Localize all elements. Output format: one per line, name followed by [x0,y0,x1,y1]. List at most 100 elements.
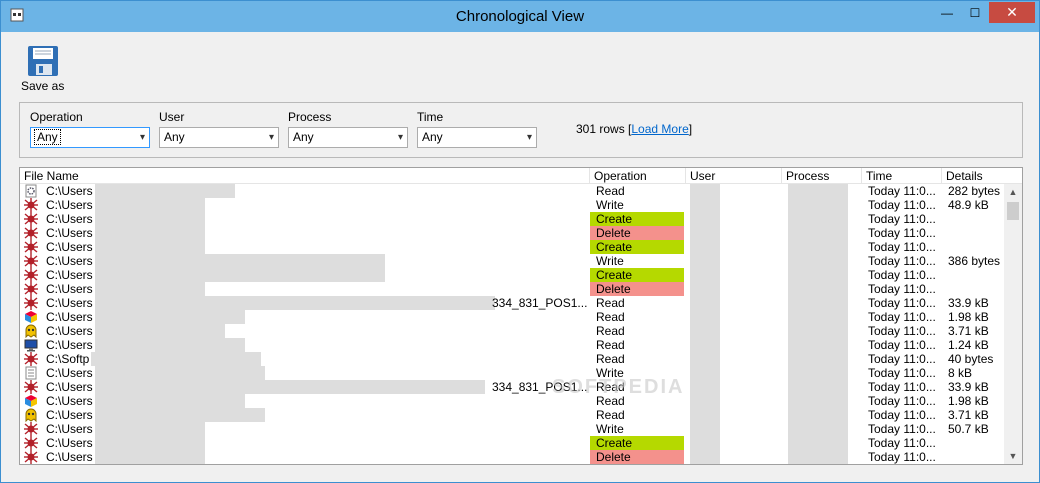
title-bar[interactable]: Chronological View — ☐ ✕ [1,1,1039,32]
file-name-text: C:\Users [46,408,93,422]
monitor-icon [24,338,38,352]
table-row[interactable]: C:\Users Delete Today 11:0... [20,282,1004,296]
details-cell [948,282,1004,296]
table-row[interactable]: C:\Users Create Today 11:0... [20,436,1004,450]
table-row[interactable]: C:\Users Read Today 11:0... 3.71 kB [20,324,1004,338]
save-as-button[interactable]: Save as [9,41,69,97]
redacted-user [690,226,720,240]
column-header-user[interactable]: User [686,168,782,184]
table-row[interactable]: C:\Softp Read Today 11:0... 40 bytes [20,352,1004,366]
details-cell: 50.7 kB [948,422,989,436]
close-button[interactable]: ✕ [989,2,1035,23]
operation-cell: Write [596,422,624,436]
column-header-operation[interactable]: Operation [590,168,686,184]
file-name-cell: C:\Users [46,338,586,352]
details-cell [948,268,1004,282]
redacted-path [94,198,205,212]
operation-filter-value: Any [34,129,61,145]
details-cell [948,226,1004,240]
time-cell: Today 11:0... [868,352,936,366]
redacted-path [94,338,245,352]
time-cell: Today 11:0... [868,198,936,212]
file-name-text: C:\Users [46,338,93,352]
process-filter-value: Any [293,130,314,144]
redacted-process [788,338,848,352]
file-name-text: C:\Users [46,310,93,324]
vertical-scrollbar[interactable]: ▲ ▼ [1004,184,1022,464]
redacted-path [91,352,262,366]
redacted-path [94,310,245,324]
chevron-down-icon: ▾ [268,132,274,143]
redacted-process [788,268,848,282]
redacted-user [690,184,720,198]
file-name-text: C:\Users [46,324,93,338]
table-row[interactable]: C:\Users Delete Today 11:0... [20,450,1004,464]
file-name-cell: C:\Users [46,436,586,450]
column-header-details[interactable]: Details [942,168,1022,184]
details-cell: 1.24 kB [948,338,989,352]
redacted-user [690,394,720,408]
scroll-thumb[interactable] [1007,202,1019,220]
table-row[interactable]: C:\Users Read Today 11:0... 1.98 kB [20,394,1004,408]
redacted-user [690,436,720,450]
file-name-text: C:\Users [46,240,93,254]
column-header-process[interactable]: Process [782,168,862,184]
table-row[interactable]: C:\Users Write Today 11:0... 8 kB [20,366,1004,380]
time-cell: Today 11:0... [868,184,936,198]
maximize-button[interactable]: ☐ [961,2,989,23]
time-filter-select[interactable]: Any ▾ [417,127,537,148]
load-more-link[interactable]: Load More [631,122,688,136]
table-row[interactable]: C:\Users Write Today 11:0... 50.7 kB [20,422,1004,436]
redacted-process [788,450,848,464]
table-row[interactable]: C:\Users Write Today 11:0... 48.9 kB [20,198,1004,212]
table-row[interactable]: C:\Users Delete Today 11:0... [20,226,1004,240]
redacted-user [690,240,720,254]
details-cell: 40 bytes [948,352,994,366]
redacted-path [94,184,235,198]
operation-cell: Delete [590,226,684,240]
table-row[interactable]: C:\Users Create Today 11:0... [20,268,1004,282]
file-name-text: C:\Users [46,268,93,282]
file-name-cell: C:\Users [46,450,586,464]
chevron-down-icon: ▾ [139,132,145,143]
file-name-text: C:\Users [46,254,93,268]
scroll-up-arrow-icon[interactable]: ▲ [1004,184,1022,200]
scroll-down-arrow-icon[interactable]: ▼ [1004,448,1022,464]
file-name-text: C:\Users [46,394,93,408]
column-header-time[interactable]: Time [862,168,942,184]
redacted-process [788,422,848,436]
column-header-file-name[interactable]: File Name [20,168,590,184]
operation-cell: Delete [590,282,684,296]
red-bug-icon [24,380,38,394]
file-name-cell: C:\Users [46,212,586,226]
table-row[interactable]: C:\Users Read Today 11:0... 282 bytes [20,184,1004,198]
time-cell: Today 11:0... [868,282,936,296]
file-name-text: C:\Users [46,450,93,464]
operation-cell: Create [590,436,684,450]
time-cell: Today 11:0... [868,254,936,268]
details-cell: 33.9 kB [948,296,989,310]
table-row[interactable]: C:\Users Read Today 11:0... 1.98 kB [20,310,1004,324]
operation-filter-select[interactable]: Any ▾ [30,127,150,148]
time-cell: Today 11:0... [868,366,936,380]
filter-panel: Operation Any ▾ User Any ▾ Process Any ▾… [19,102,1023,158]
table-row[interactable]: C:\Users Read Today 11:0... 3.71 kB [20,408,1004,422]
table-row[interactable]: C:\Users 334_831_POS1... Read Today 11:0...… [20,380,1004,394]
redacted-process [788,212,848,226]
table-row[interactable]: C:\Users 334_831_POS1... Read Today 11:0...… [20,296,1004,310]
row-count-text: 301 rows [576,122,625,136]
redacted-process [788,352,848,366]
time-cell: Today 11:0... [868,436,936,450]
table-row[interactable]: C:\Users Create Today 11:0... [20,240,1004,254]
process-filter-select[interactable]: Any ▾ [288,127,408,148]
table-row[interactable]: C:\Users Write Today 11:0... 386 bytes [20,254,1004,268]
user-filter-select[interactable]: Any ▾ [159,127,279,148]
details-cell: 386 bytes [948,254,1001,268]
redacted-path [94,212,205,226]
redacted-process [788,226,848,240]
table-row[interactable]: C:\Users Read Today 11:0... 1.24 kB [20,338,1004,352]
file-name-text: C:\Users [46,212,93,226]
details-cell: 3.71 kB [948,408,989,422]
minimize-button[interactable]: — [933,2,961,23]
table-row[interactable]: C:\Users Create Today 11:0... [20,212,1004,226]
